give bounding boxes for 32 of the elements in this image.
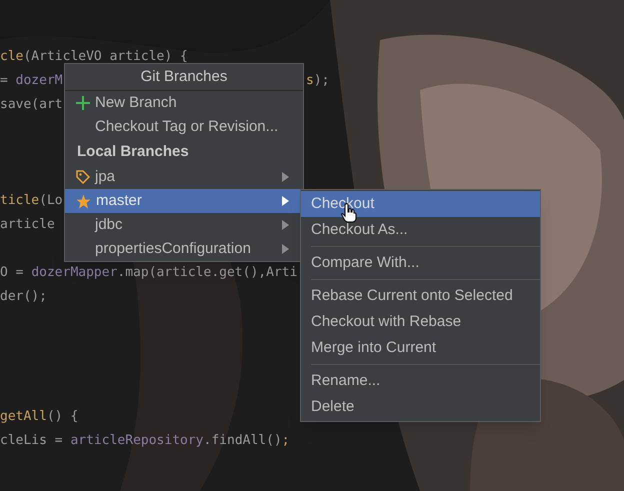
menu-item[interactable]: New Branch xyxy=(65,91,303,115)
branch-item[interactable]: jpa xyxy=(65,165,303,189)
code-line: s); xyxy=(306,74,330,86)
popup-title: Git Branches xyxy=(65,64,303,91)
menu-item[interactable]: Compare With... xyxy=(311,250,540,276)
submenu-arrow-icon xyxy=(282,220,289,230)
menu-item[interactable]: Checkout with Rebase xyxy=(311,309,540,335)
menu-item[interactable]: Checkout Tag or Revision... xyxy=(65,115,303,139)
menu-item[interactable]: Merge into Current xyxy=(311,335,540,361)
menu-item[interactable]: Delete xyxy=(311,394,540,420)
submenu-arrow-icon xyxy=(282,196,289,206)
submenu-arrow-icon xyxy=(282,244,289,254)
code-line: O = dozerMapper.map(article.get(),Arti xyxy=(0,264,298,280)
section-header: Local Branches xyxy=(76,142,190,162)
menu-item[interactable]: Rebase Current onto Selected xyxy=(311,283,540,309)
submenu-arrow-icon xyxy=(282,172,289,182)
tag-icon xyxy=(76,170,90,184)
code-line: cleLis = articleRepository.findAll(); xyxy=(0,432,290,448)
code-line: = dozerM xyxy=(0,72,63,88)
star-icon xyxy=(76,194,91,208)
code-line: article xyxy=(0,216,55,232)
branch-item[interactable]: master xyxy=(65,189,303,213)
menu-item[interactable]: Checkout As... xyxy=(301,217,540,243)
branch-item[interactable]: propertiesConfiguration xyxy=(65,237,303,261)
code-line: save(art xyxy=(0,96,63,112)
branch-item[interactable]: jdbc xyxy=(65,213,303,237)
code-line: ticle(Lo xyxy=(0,192,63,208)
menu-item[interactable]: Rename... xyxy=(311,368,540,394)
code-line: cle(ArticleVO article) { xyxy=(0,48,188,64)
code-line: der(); xyxy=(0,288,47,304)
plus-icon xyxy=(76,96,90,110)
code-line: getAll() { xyxy=(0,408,78,424)
